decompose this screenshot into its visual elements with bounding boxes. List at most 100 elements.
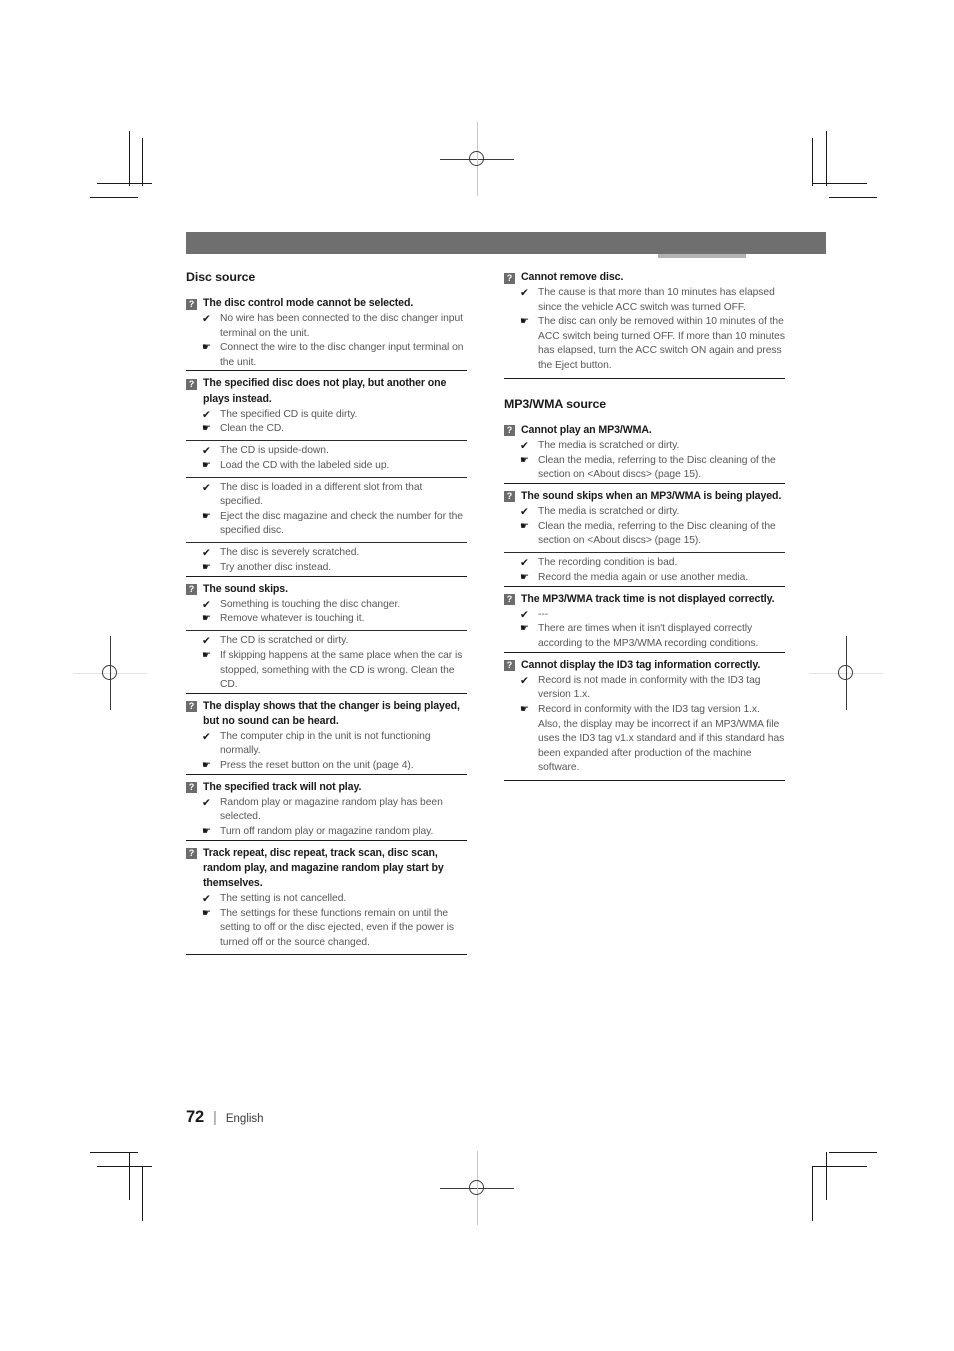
problem-block: ? The display shows that the changer is b… [186,692,467,774]
cause-text: The setting is not cancelled. [220,892,347,904]
checkmark-icon: ✔ [202,481,211,494]
registration-mark-top [440,122,514,196]
checkmark-icon: ✔ [202,408,211,421]
cause-row: ✔ The media is scratched or dirty. [520,505,785,520]
question-mark-icon: ? [186,782,197,794]
pointing-hand-icon: ☛ [202,907,211,919]
problem-question-row: ? The sound skips when an MP3/WMA is bein… [504,489,785,504]
question-mark-icon: ? [186,584,197,596]
section-end-rule [504,377,785,379]
cause-remedy-group: ✔ The cause is that more than 10 minutes … [504,286,785,374]
remedy-text: Press the reset button on the unit (page… [220,760,414,772]
footer-separator: | [212,1109,217,1126]
problem-question-row: ? The specified disc does not play, but a… [186,376,467,406]
question-mark-icon: ? [504,272,515,284]
remedy-row: ☛ Clean the media, referring to the Disc … [520,454,785,483]
cause-text: The CD is upside-down. [220,445,329,457]
footer-language: English [225,1113,264,1125]
cause-remedy-group: ✔ The specified CD is quite dirty. ☛ Clean … [186,408,467,438]
cause-remedy-group: ✔ No wire has been connected to the disc … [186,312,467,370]
cause-remedy-group: ✔ Record is not made in conformity with t… [504,674,785,776]
remedy-text: The disc can only be removed within 10 m… [538,316,785,372]
cause-text: Record is not made in conformity with th… [538,674,761,701]
registration-mark-bottom [440,1151,514,1225]
pointing-hand-icon: ☛ [520,703,529,715]
checkmark-icon: ✔ [520,674,529,687]
remedy-text: Try another disc instead. [220,561,332,573]
section-end-rule [186,954,467,956]
cause-text: The CD is scratched or dirty. [220,635,349,647]
remedy-row: ☛ The settings for these functions remain… [202,907,467,951]
pointing-hand-icon: ☛ [202,423,211,435]
remedy-text: Remove whatever is touching it. [220,613,365,625]
remedy-text: The settings for these functions remain … [220,907,454,948]
problem-block: ? The MP3/WMA track time is not displayed… [504,585,785,652]
pointing-hand-icon: ☛ [202,760,211,772]
remedy-row: ☛ Connect the wire to the disc changer in… [202,341,467,370]
remedy-row: ☛ Record in conformity with the ID3 tag v… [520,703,785,776]
pointing-hand-icon: ☛ [202,459,211,471]
problem-question-text: The disc control mode cannot be selected… [203,297,414,309]
remedy-row: ☛ Turn off random play or magazine random… [202,825,467,840]
problem-block: ? The specified disc does not play, but a… [186,370,467,575]
cause-row: ✔ Record is not made in conformity with t… [520,674,785,703]
cause-text: The media is scratched or dirty. [538,505,680,517]
remedy-row: ☛ If skipping happens at the same place w… [202,649,467,693]
remedy-row: ☛ Try another disc instead. [202,561,467,576]
section-end-rule [504,779,785,781]
section-title-disc-source: Disc source [186,270,256,284]
page-header-bar [186,232,826,258]
checkmark-icon: ✔ [202,730,211,743]
cause-remedy-group: ✔ The setting is not cancelled. ☛ The setti… [186,892,467,951]
cause-remedy-group: ✔ The CD is upside-down. ☛ Load the CD with… [186,440,467,474]
checkmark-icon: ✔ [520,608,529,621]
cause-text: The disc is severely scratched. [220,547,360,558]
problem-question-text: The specified track will not play. [203,780,362,793]
question-mark-icon: ? [504,425,515,437]
problem-question-row: ? Cannot remove disc. [504,270,785,285]
cause-text: The cause is that more than 10 minutes h… [538,287,775,313]
problem-question-text: Cannot play an MP3/WMA. [521,423,652,436]
problem-block: ? The sound skips when an MP3/WMA is bein… [504,482,785,586]
page-content: Disc source ? The disc control mode canno… [186,270,826,956]
remedy-row: ☛ Record the media again or use another m… [520,571,785,586]
page-header-bar-tab [658,254,746,258]
question-mark-icon: ? [186,378,197,390]
left-column: Disc source ? The disc control mode canno… [186,270,467,956]
problem-question-text: Cannot remove disc. [521,271,624,283]
cause-row: ✔ The cause is that more than 10 minutes … [520,286,785,315]
left-problem-list: ? The disc control mode cannot be selecte… [186,296,467,956]
registration-mark-right [809,636,883,710]
remedy-text: Eject the disc magazine and check the nu… [220,510,463,537]
question-mark-icon: ? [504,660,515,672]
remedy-text: There are times when it isn't displayed … [538,623,759,650]
remedy-text: Load the CD with the labeled side up. [220,459,390,471]
pointing-hand-icon: ☛ [520,623,529,635]
checkmark-icon: ✔ [202,892,211,905]
pointing-hand-icon: ☛ [202,561,211,573]
problem-question-text: The sound skips when an MP3/WMA is being… [521,489,782,502]
remedy-row: ☛ Eject the disc magazine and check the n… [202,510,467,539]
checkmark-icon: ✔ [202,635,211,648]
problem-question-text: The sound skips. [203,582,288,595]
problem-question-row: ? The display shows that the changer is b… [186,699,467,729]
cause-text: --- [538,608,549,620]
remedy-text: Turn off random play or magazine random … [220,825,434,837]
problem-block: ? Cannot play an MP3/WMA. ✔ The media is sc… [504,423,785,483]
remedy-text: Clean the CD. [220,423,285,435]
question-mark-icon: ? [186,848,197,860]
cause-remedy-group: ✔ The computer chip in the unit is not fu… [186,730,467,774]
right-problem-list-disc-continued: ? Cannot remove disc. ✔ The cause is that m… [504,270,785,379]
pointing-hand-icon: ☛ [202,342,211,354]
cause-row: ✔ The disc is severely scratched. [202,546,467,561]
problem-question-row: ? The sound skips. [186,582,467,597]
cause-row: ✔ The specified CD is quite dirty. [202,408,467,423]
section-title-mp3-wma-source: MP3/WMA source [504,396,607,411]
pointing-hand-icon: ☛ [520,316,529,328]
checkmark-icon: ✔ [202,547,211,559]
remedy-text: Record the media again or use another me… [538,571,749,583]
remedy-row: ☛ Load the CD with the labeled side up. [202,459,467,474]
cause-text: No wire has been connected to the disc c… [220,313,463,339]
checkmark-icon: ✔ [202,598,211,611]
cause-row: ✔ Something is touching the disc changer. [202,598,467,613]
